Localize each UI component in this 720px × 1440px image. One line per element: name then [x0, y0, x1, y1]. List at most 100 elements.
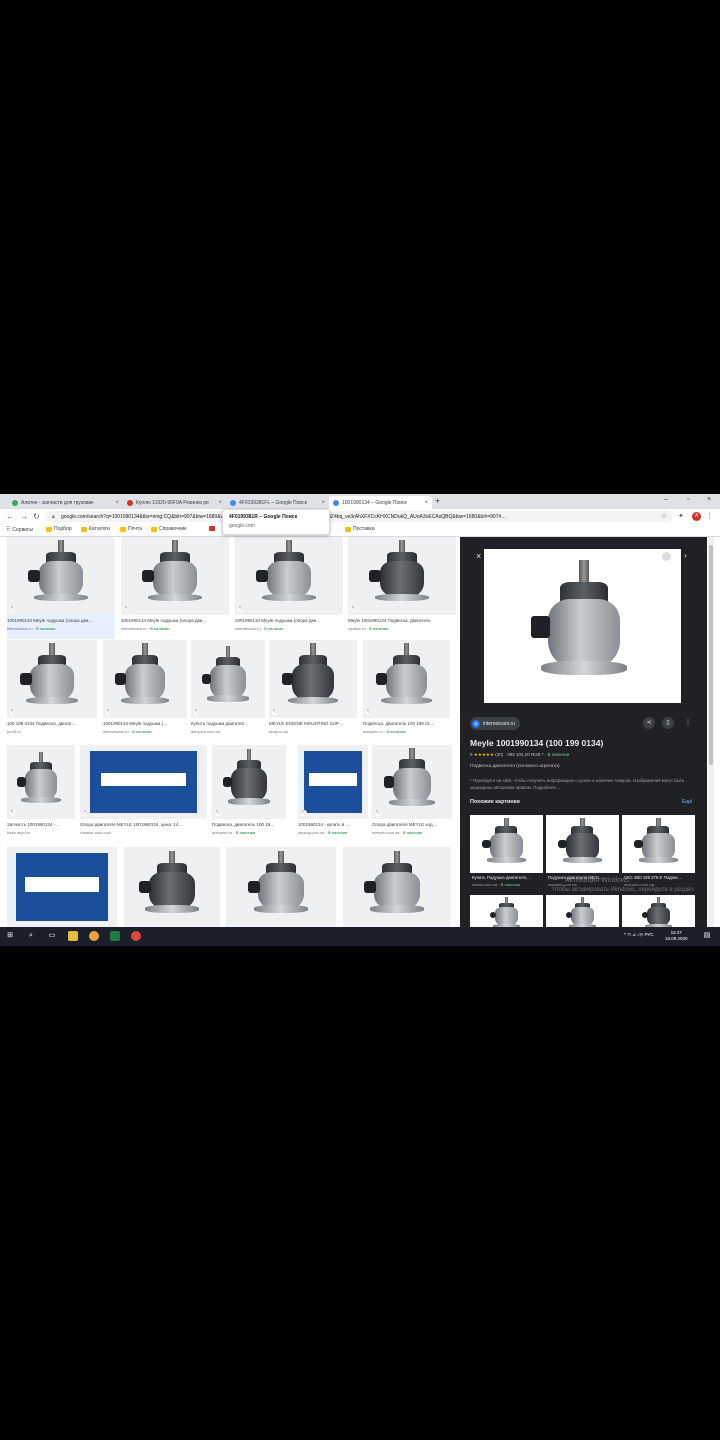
- image-result[interactable]: [343, 847, 451, 927]
- menu-icon[interactable]: ⋮: [706, 512, 713, 520]
- windows-start-icon[interactable]: ⊞: [5, 931, 15, 941]
- result-thumbnail[interactable]: [103, 640, 187, 718]
- result-thumbnail[interactable]: [124, 847, 220, 927]
- bookmark-postavka[interactable]: Поставка: [345, 526, 375, 532]
- bookmark-podbor[interactable]: Подбор: [46, 526, 72, 532]
- result-thumbnail[interactable]: [363, 640, 450, 718]
- extensions-icon[interactable]: ✦: [678, 512, 684, 520]
- image-result[interactable]: 🏷︎ MEYLE ENGINE MOUNTING SUP… ebay.co.uk: [269, 640, 357, 742]
- result-thumbnail[interactable]: [80, 745, 207, 819]
- page-scrollbar[interactable]: [708, 537, 714, 927]
- image-result[interactable]: 🏷︎ Запчасть 1001990134 -… baza.dnpri.ru: [7, 745, 75, 843]
- result-caption[interactable]: MEYLE ENGINE MOUNTING SUP…: [269, 721, 357, 726]
- tab-kuplyu[interactable]: Куплю 11920-95F0A Резинка ре ×: [123, 496, 226, 509]
- image-result[interactable]: 🏷︎ 100 199 0134 Подвеска, двигат… port3.ru: [7, 640, 97, 742]
- lens-icon[interactable]: [662, 552, 671, 561]
- image-result[interactable]: [226, 847, 336, 927]
- similar-image[interactable]: [546, 895, 619, 927]
- tab-search-active[interactable]: 1001990134 – Google Поиск ×: [329, 496, 432, 509]
- close-icon[interactable]: ×: [115, 500, 119, 506]
- image-result[interactable]: 🏷︎ 1001990134 - купить в … zpolniy.com.ua …: [298, 745, 368, 843]
- scrollbar-thumb[interactable]: [709, 545, 713, 765]
- bookmark-pochta[interactable]: Почта: [120, 526, 142, 532]
- result-caption[interactable]: Подвеска, двигатель 100 199 01…: [363, 721, 450, 726]
- result-caption[interactable]: 1001990134 Meyle подушка (…: [103, 721, 187, 726]
- result-thumbnail[interactable]: [191, 640, 265, 718]
- source-site-chip[interactable]: ◎ internetcars.ru: [470, 717, 520, 730]
- task-view-icon[interactable]: ▭: [47, 931, 57, 941]
- image-result[interactable]: 🏷︎ Опора двигателя MEYLE ход… meeple.com.u…: [372, 745, 452, 843]
- similar-thumbnail[interactable]: [470, 895, 543, 927]
- more-similar-link[interactable]: Ещё: [682, 799, 692, 805]
- image-result[interactable]: [7, 847, 117, 927]
- notifications-icon[interactable]: ▤: [702, 931, 712, 941]
- image-result[interactable]: 🏷︎ 1001990134 Meyle подушка (опора дви… in…: [235, 537, 343, 639]
- similar-image[interactable]: VAG 4B0 199 379 E Подвес… oral-avto.com.u…: [622, 815, 695, 893]
- result-caption[interactable]: Запчасть 1001990134 -…: [7, 822, 75, 827]
- similar-thumbnail[interactable]: [622, 815, 695, 873]
- search-icon[interactable]: ⌕: [26, 931, 36, 941]
- more-options-icon[interactable]: ⋮: [682, 717, 694, 729]
- tab-search-4f0[interactable]: 4F0199381FL – Google Поиск ×: [226, 496, 329, 509]
- result-caption[interactable]: 100 199 0134 Подвеска, двигат…: [7, 721, 97, 726]
- reload-icon[interactable]: ↻: [33, 512, 40, 521]
- clock[interactable]: 15:37 16.09.2020: [665, 930, 688, 942]
- bookmark-katalogi[interactable]: Каталоги: [81, 526, 110, 532]
- forward-icon[interactable]: →: [20, 512, 28, 521]
- result-caption[interactable]: Опора двигателя MEYLE 1001990134, цена: …: [80, 822, 207, 827]
- file-explorer-icon[interactable]: [68, 931, 78, 941]
- product-title[interactable]: Meyle 1001990134 (100 199 0134): [470, 738, 603, 748]
- result-thumbnail[interactable]: [7, 847, 117, 927]
- system-tray[interactable]: ^ ⊓ ⊿ ◁× РУС: [624, 932, 654, 938]
- similar-thumbnail[interactable]: [546, 895, 619, 927]
- similar-caption[interactable]: Купить Подушка двигателя,…: [472, 875, 543, 880]
- result-thumbnail[interactable]: [343, 847, 451, 927]
- chevron-right-icon[interactable]: ›: [684, 551, 687, 560]
- back-icon[interactable]: ←: [6, 512, 14, 521]
- result-caption[interactable]: 1001990134 - купить в …: [298, 822, 368, 827]
- result-caption[interactable]: Купить подушка двигател…: [191, 721, 265, 726]
- result-thumbnail[interactable]: [226, 847, 336, 927]
- result-caption[interactable]: 1001990134 Meyle подушка (опора дви…: [7, 618, 115, 623]
- result-thumbnail[interactable]: [121, 537, 229, 615]
- image-result[interactable]: 🏷︎ Meyle 1001990134 Подвеска, двигатель zp…: [348, 537, 456, 639]
- similar-image[interactable]: [622, 895, 695, 927]
- tab-alitek[interactable]: Алитек - запчасти для грузовик ×: [8, 496, 123, 509]
- image-result[interactable]: 🏷︎ Подвеска, двигатель 100 19… autoprim.ru…: [212, 745, 286, 843]
- result-thumbnail[interactable]: [269, 640, 357, 718]
- result-thumbnail[interactable]: [235, 537, 343, 615]
- result-thumbnail[interactable]: [7, 745, 75, 819]
- bookmark-extra[interactable]: [209, 526, 217, 531]
- app-icon[interactable]: [89, 931, 99, 941]
- image-result[interactable]: 🏷︎ 1001990134 Meyle подушка (опора дви… in…: [121, 537, 229, 639]
- close-icon[interactable]: ×: [218, 500, 222, 506]
- result-thumbnail[interactable]: [7, 537, 115, 615]
- new-tab-button[interactable]: +: [435, 496, 440, 506]
- chrome-icon[interactable]: [131, 931, 141, 941]
- similar-thumbnail[interactable]: [622, 895, 695, 927]
- result-thumbnail[interactable]: [348, 537, 456, 615]
- similar-thumbnail[interactable]: [470, 815, 543, 873]
- bookmark-spravochnik[interactable]: Справочник: [151, 526, 187, 532]
- image-result[interactable]: 🏷︎ 1001990134 Meyle подушка (опора дви… in…: [7, 537, 115, 639]
- result-caption[interactable]: Опора двигателя MEYLE ход…: [372, 822, 452, 827]
- result-caption[interactable]: 1001990134 Meyle подушка (опора дви…: [121, 618, 229, 623]
- similar-thumbnail[interactable]: [546, 815, 619, 873]
- maximize-icon[interactable]: ▫: [687, 496, 689, 503]
- image-result[interactable]: [124, 847, 220, 927]
- minimize-icon[interactable]: –: [664, 496, 668, 503]
- address-bar[interactable]: 🔒︎ google.com/search?q=1001990134&tbs=ri…: [46, 511, 672, 522]
- close-icon[interactable]: ×: [321, 500, 325, 506]
- similar-image[interactable]: [470, 895, 543, 927]
- bookmark-services[interactable]: ⠿ Сервисы: [6, 526, 33, 534]
- image-result[interactable]: 🏷︎ 1001990134 Meyle подушка (… internetcar…: [103, 640, 187, 742]
- excel-icon[interactable]: [110, 931, 120, 941]
- star-icon[interactable]: ☆: [661, 512, 667, 520]
- image-result[interactable]: 🏷︎ Купить подушка двигател… avtoplus.com.u…: [191, 640, 265, 742]
- close-icon[interactable]: ×: [476, 551, 481, 561]
- result-thumbnail[interactable]: [298, 745, 368, 819]
- result-thumbnail[interactable]: [372, 745, 452, 819]
- result-thumbnail[interactable]: [7, 640, 97, 718]
- result-thumbnail[interactable]: [212, 745, 286, 819]
- avatar[interactable]: A: [692, 512, 701, 521]
